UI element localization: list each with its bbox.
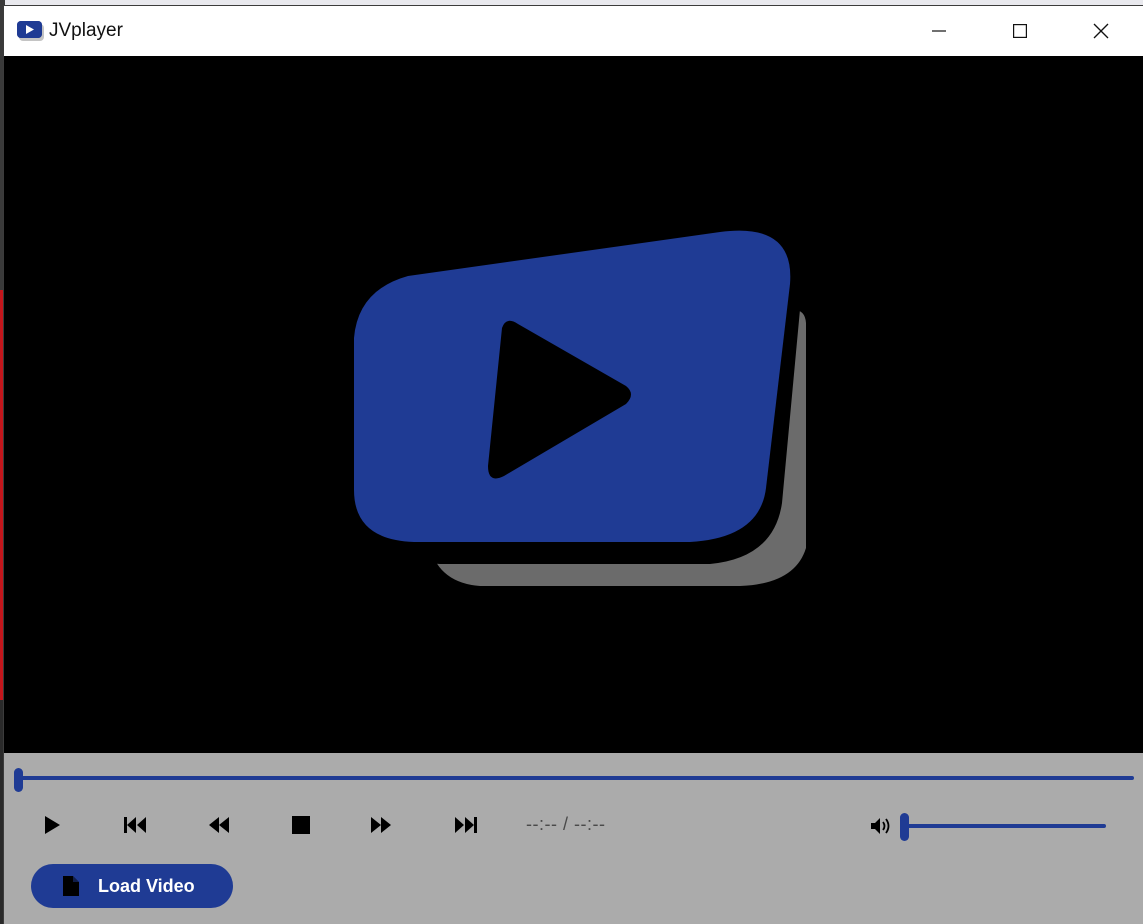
fast-forward-button[interactable] (361, 810, 401, 840)
volume-thumb[interactable] (900, 813, 909, 841)
rewind-button[interactable] (199, 810, 239, 840)
skip-next-icon (455, 817, 477, 833)
control-bar: --:-- / --:-- Load Video (4, 753, 1143, 924)
skip-previous-icon (124, 817, 146, 833)
app-logo-icon (17, 21, 44, 41)
play-icon (45, 816, 60, 834)
volume-track[interactable] (904, 824, 1106, 828)
window-title: JVplayer (49, 20, 123, 41)
stop-button[interactable] (281, 810, 321, 840)
skip-previous-button[interactable] (115, 810, 155, 840)
title-bar[interactable]: JVplayer (4, 6, 1143, 56)
load-video-button[interactable]: Load Video (31, 864, 233, 908)
minimize-button[interactable] (899, 6, 979, 56)
rewind-icon (209, 817, 229, 833)
close-icon (1093, 23, 1109, 39)
fast-forward-icon (371, 817, 391, 833)
minimize-icon (932, 30, 946, 32)
app-window: JVplayer --:-- / --:-- Load Video (4, 6, 1143, 924)
seek-track[interactable] (18, 776, 1134, 780)
maximize-button[interactable] (980, 6, 1060, 56)
time-display: --:-- / --:-- (526, 814, 606, 834)
stop-icon (292, 816, 310, 834)
close-button[interactable] (1061, 6, 1141, 56)
seek-slider[interactable] (14, 768, 1136, 792)
file-icon (63, 876, 79, 896)
maximize-icon (1013, 24, 1027, 38)
skip-next-button[interactable] (446, 810, 486, 840)
volume-button[interactable] (868, 813, 894, 839)
volume-slider[interactable] (900, 813, 1110, 841)
video-display[interactable] (4, 56, 1143, 753)
load-video-label: Load Video (98, 876, 195, 896)
volume-icon (871, 818, 890, 834)
play-button[interactable] (32, 810, 72, 840)
jvplayer-logo (354, 230, 806, 586)
seek-thumb[interactable] (14, 768, 23, 792)
